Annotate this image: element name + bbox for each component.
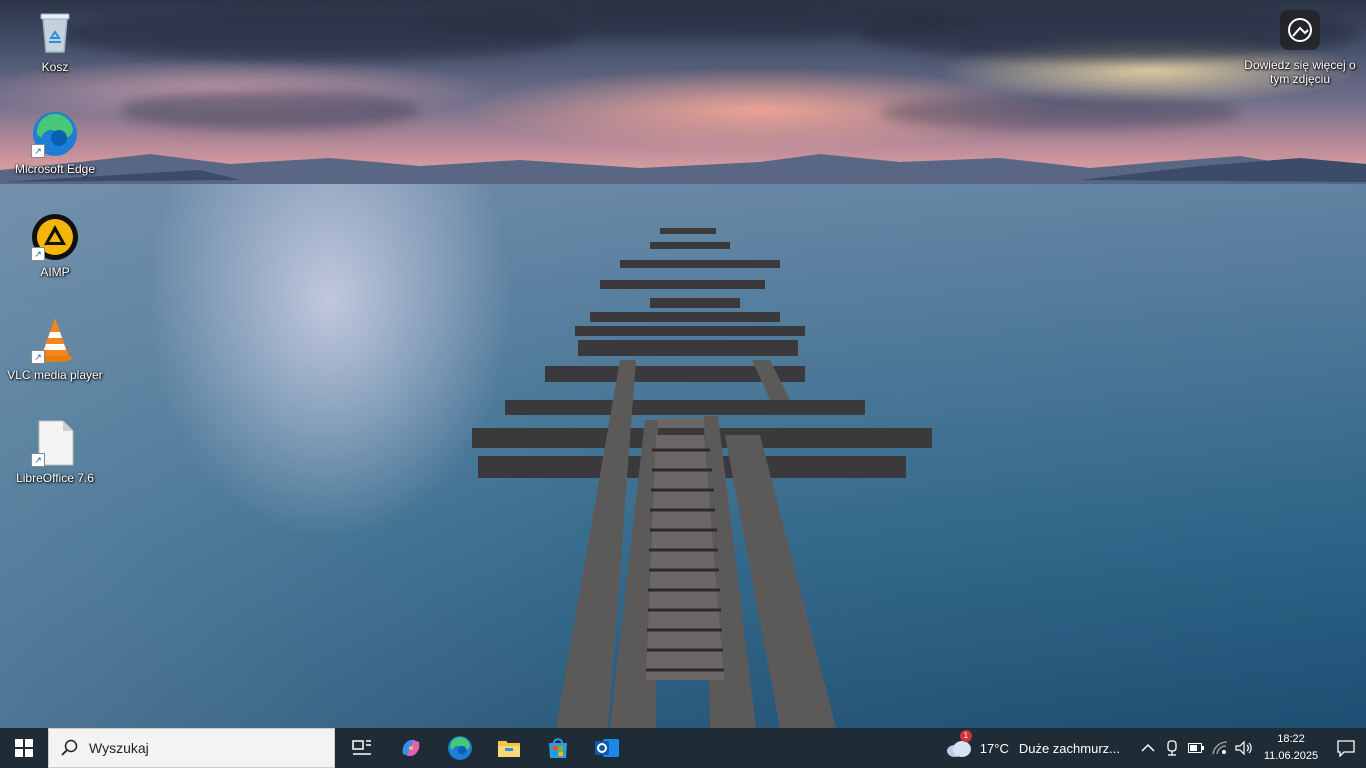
desktop-icon-edge[interactable]: ↗ Microsoft Edge: [5, 110, 105, 176]
network-button[interactable]: [1208, 728, 1232, 768]
edge-icon: [447, 736, 472, 760]
desktop-icon-vlc[interactable]: ↗ VLC media player: [5, 316, 105, 382]
desktop-icon-label: Kosz: [41, 60, 69, 74]
desktop-icon-label: AIMP: [40, 265, 70, 279]
libreoffice-icon: ↗: [31, 419, 79, 467]
chevron-up-icon: [1141, 743, 1155, 752]
desktop-icon-aimp[interactable]: ↗ AIMP: [5, 213, 105, 279]
shortcut-arrow-icon: ↗: [31, 350, 45, 364]
wallpaper-pier: [472, 228, 932, 728]
speaker-icon: [1235, 741, 1252, 755]
weather-badge: 1: [959, 730, 972, 742]
taskbar: Wyszukaj 1 17°C Duże zachmurz... 18:22 1…: [0, 728, 1366, 768]
desktop-wallpaper: [0, 0, 1366, 728]
battery-button[interactable]: [1184, 728, 1208, 768]
store-button[interactable]: [533, 728, 582, 768]
learn-about-picture[interactable]: Dowiedz się więcej o tym zdjęciu: [1240, 10, 1360, 86]
notification-center-button[interactable]: [1326, 728, 1366, 768]
wifi-icon: [1212, 741, 1228, 755]
copilot-button[interactable]: [386, 728, 435, 768]
cloud-weather-icon: 1: [946, 730, 972, 758]
weather-temperature: 17°C: [979, 740, 1009, 756]
file-explorer-button[interactable]: [484, 728, 533, 768]
show-hidden-icons-button[interactable]: [1136, 728, 1160, 768]
desktop-icon-label: Microsoft Edge: [14, 162, 96, 176]
edge-taskbar-button[interactable]: [435, 728, 484, 768]
task-view-icon: [351, 740, 371, 755]
aimp-icon: ↗: [31, 213, 79, 261]
desktop-icon-libreoffice[interactable]: ↗ LibreOffice 7.6: [5, 419, 105, 485]
search-icon: [61, 739, 78, 756]
camera-info-icon: [1280, 10, 1320, 50]
learn-about-picture-label: Dowiedz się więcej o tym zdjęciu: [1244, 58, 1356, 86]
outlook-icon: [594, 739, 619, 757]
desktop-icon-label: VLC media player: [7, 368, 103, 382]
desktop-icon-label: LibreOffice 7.6: [16, 471, 94, 485]
wallpaper-mountains: [0, 154, 1366, 184]
copilot-icon: [402, 740, 419, 756]
clock-time: 18:22: [1277, 733, 1305, 745]
windows-logo-icon: [15, 739, 33, 757]
file-explorer-icon: [497, 741, 520, 757]
volume-button[interactable]: [1232, 728, 1256, 768]
vlc-icon: ↗: [31, 316, 79, 364]
start-button[interactable]: [0, 728, 48, 768]
desktop-icon-recycle-bin[interactable]: Kosz: [5, 8, 105, 74]
shortcut-arrow-icon: ↗: [31, 247, 45, 261]
weather-description: Duże zachmurz...: [1018, 740, 1120, 756]
taskbar-search-box[interactable]: Wyszukaj: [48, 728, 335, 768]
search-placeholder: Wyszukaj: [89, 740, 149, 756]
weather-widget[interactable]: 1 17°C Duże zachmurz...: [946, 730, 1120, 758]
device-icon: [1167, 740, 1177, 756]
meet-now-button[interactable]: [1160, 728, 1184, 768]
task-view-button[interactable]: [337, 728, 386, 768]
store-icon: [548, 738, 567, 758]
clock-date: 11.06.2025: [1263, 750, 1319, 762]
outlook-button[interactable]: [582, 728, 631, 768]
recycle-bin-icon: [31, 8, 79, 56]
battery-icon: [1188, 743, 1204, 753]
notification-icon: [1337, 740, 1355, 757]
shortcut-arrow-icon: ↗: [31, 453, 45, 467]
system-tray: 1 17°C Duże zachmurz... 18:22 11.06.2025: [946, 728, 1366, 768]
taskbar-clock[interactable]: 18:22 11.06.2025: [1262, 731, 1320, 765]
edge-icon: ↗: [31, 110, 79, 158]
shortcut-arrow-icon: ↗: [31, 144, 45, 158]
